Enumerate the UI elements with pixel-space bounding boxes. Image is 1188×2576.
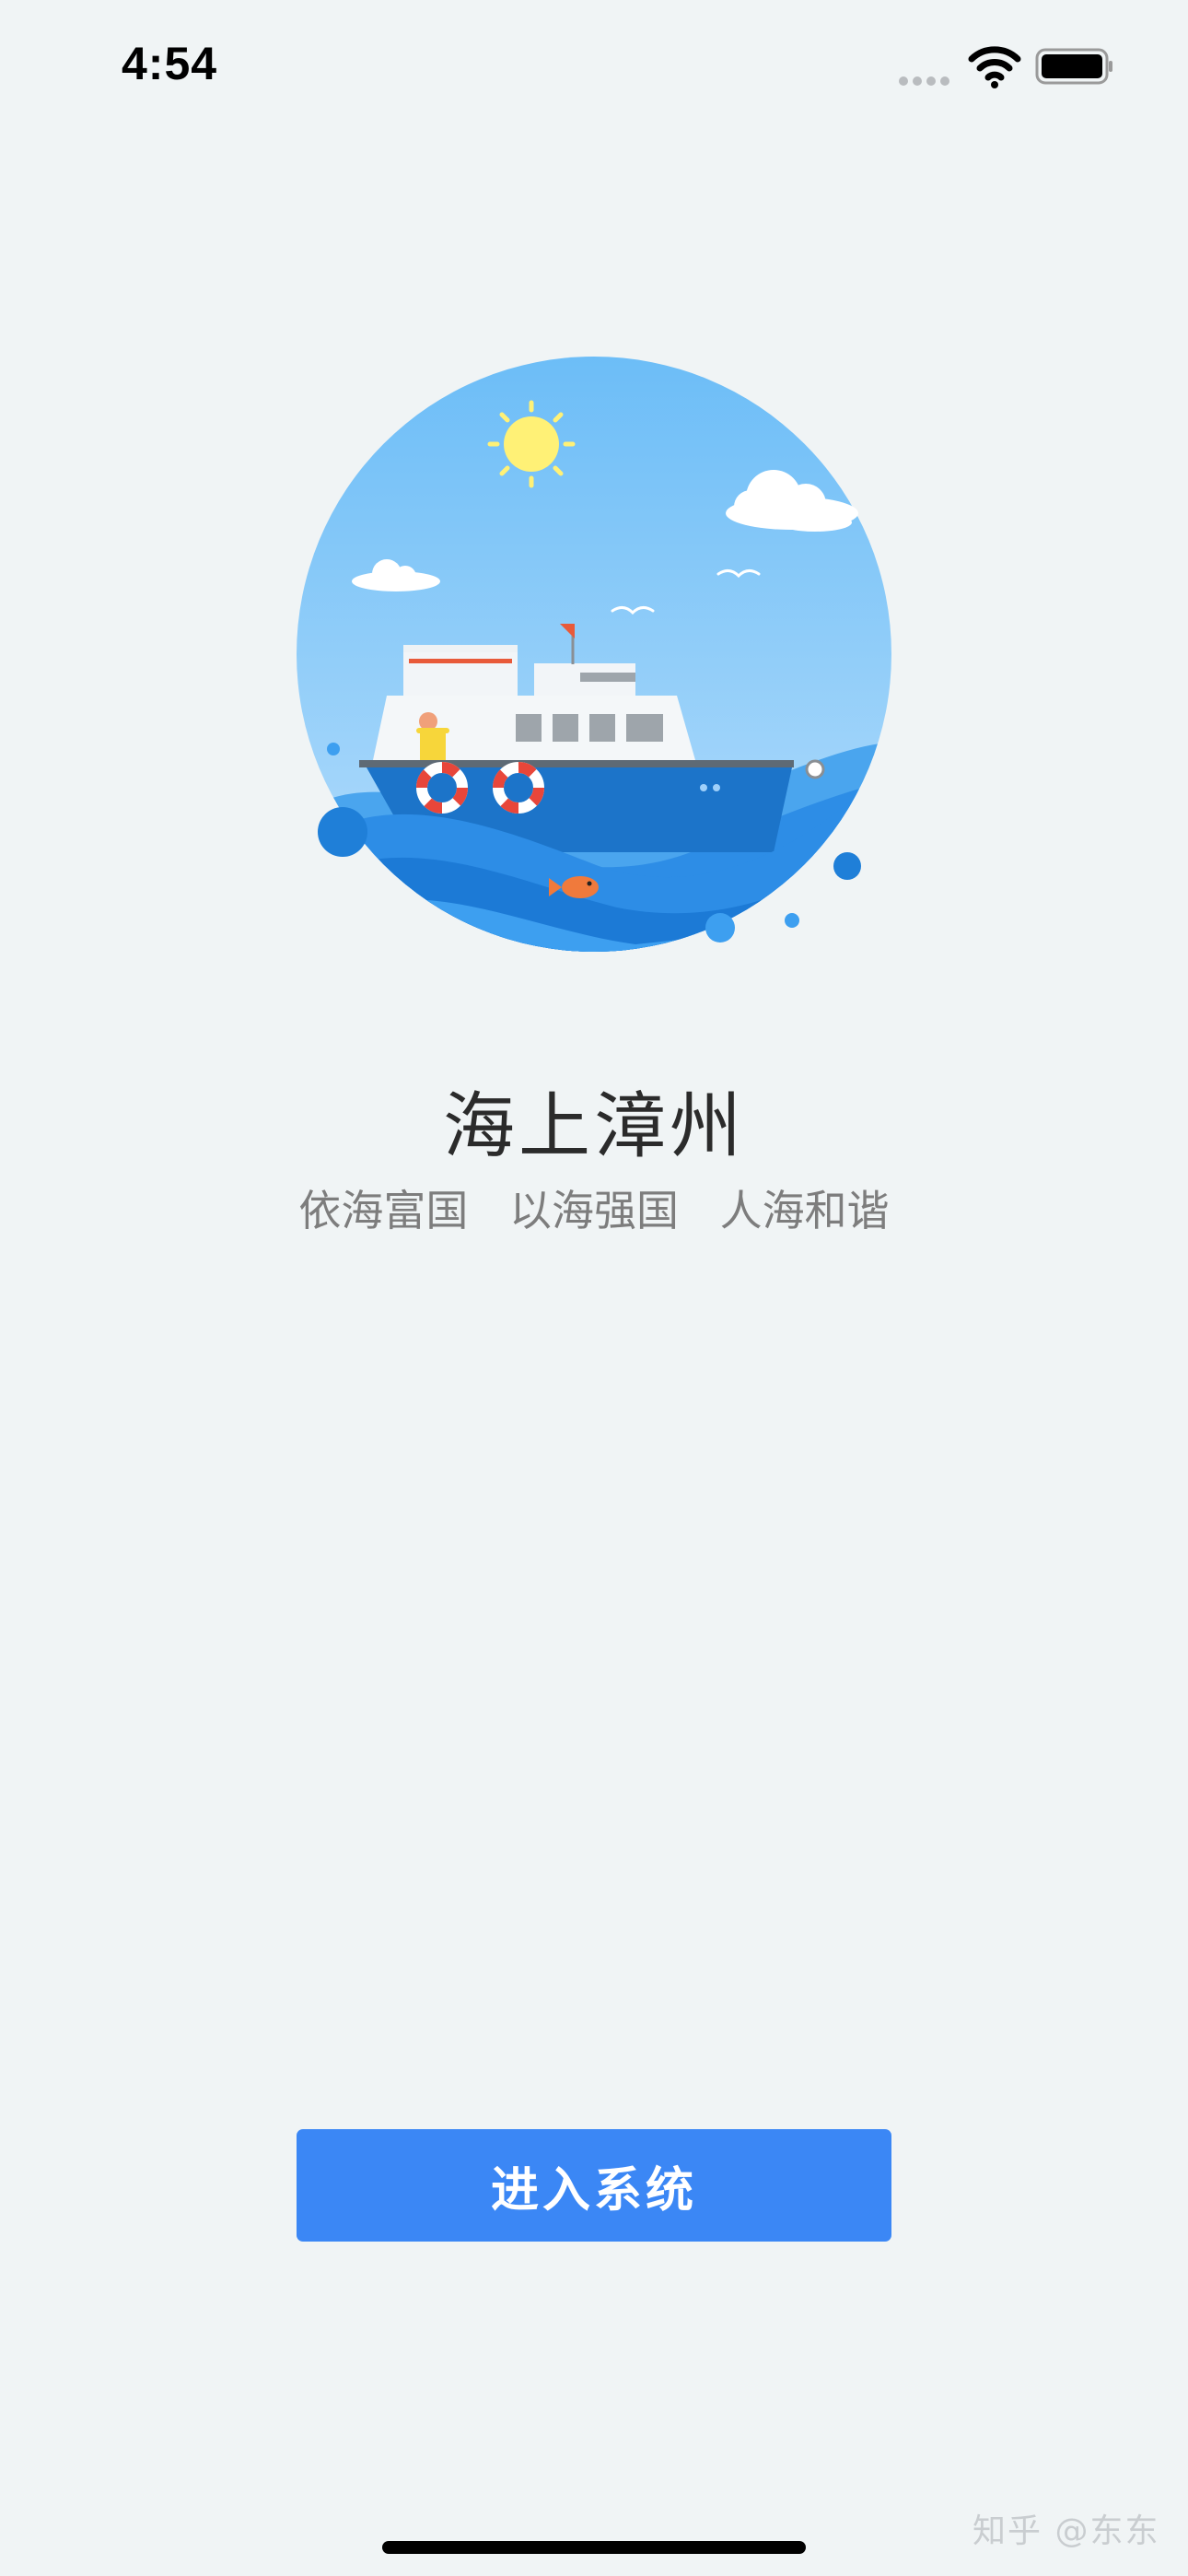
enter-system-button[interactable]: 进入系统 xyxy=(297,2129,891,2242)
status-time: 4:54 xyxy=(122,38,218,89)
cellular-signal-icon xyxy=(899,72,954,89)
app-slogan: 依海富国 以海强国 人海和谐 xyxy=(298,1186,890,1235)
battery-icon xyxy=(1035,48,1112,85)
home-indicator[interactable] xyxy=(382,2541,806,2554)
app-title: 海上漳州 xyxy=(442,1085,745,1168)
watermark-text: 知乎 @东东 xyxy=(973,2512,1160,2550)
status-bar: 4:54 xyxy=(0,0,1188,129)
ship-illustration xyxy=(297,357,891,952)
wifi-icon xyxy=(968,46,1021,88)
